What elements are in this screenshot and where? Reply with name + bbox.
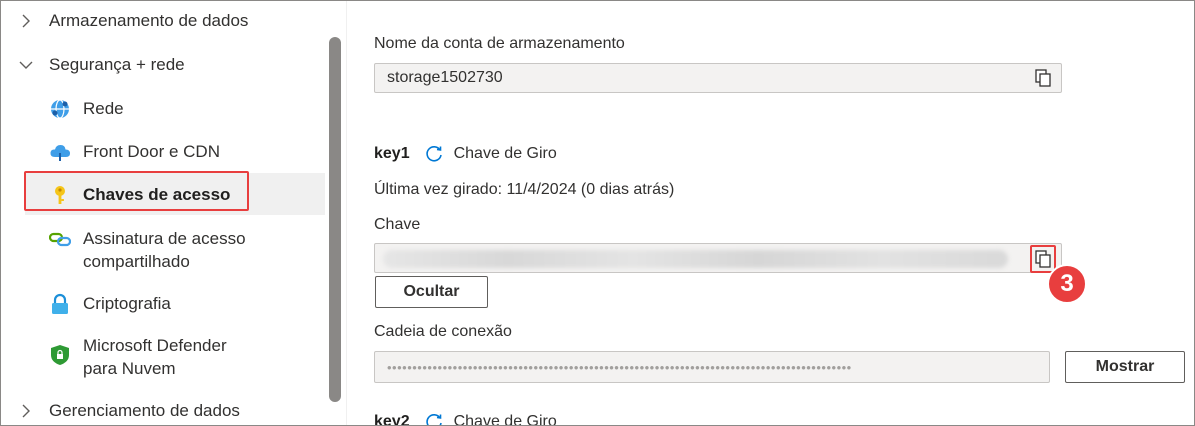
- hide-key-button[interactable]: Ocultar: [375, 276, 488, 308]
- key-label: Chave: [374, 216, 421, 233]
- sidebar-group-label: Armazenamento de dados: [49, 11, 249, 30]
- sidebar-group-gerenciamento[interactable]: Gerenciamento de dados: [19, 401, 240, 421]
- copy-account-button[interactable]: [1031, 66, 1055, 90]
- last-rotated-text: Última vez girado: 11/4/2024 (0 dias atr…: [374, 181, 675, 198]
- rotate-icon[interactable]: [424, 412, 444, 426]
- sidebar-group-seguranca-rede[interactable]: Segurança + rede: [19, 55, 185, 75]
- highlight-box: [24, 171, 249, 211]
- connection-string-masked: ••••••••••••••••••••••••••••••••••••••••…: [387, 360, 852, 375]
- cloud-cdn-icon: [50, 145, 70, 161]
- copy-icon: [1035, 69, 1051, 87]
- sidebar-item-assinatura-acesso[interactable]: Assinatura de acesso compartilhado: [25, 227, 325, 273]
- sidebar: Armazenamento de dados Segurança + rede …: [1, 1, 346, 425]
- key1-value-obscured: [383, 250, 1008, 268]
- sidebar-group-armazenamento[interactable]: Armazenamento de dados: [19, 11, 248, 31]
- rotate-icon[interactable]: [424, 144, 444, 164]
- sidebar-item-criptografia[interactable]: Criptografia: [25, 292, 325, 315]
- sidebar-item-label: Assinatura de acesso compartilhado: [83, 229, 246, 271]
- lock-icon: [52, 293, 68, 314]
- rotate-key2-button[interactable]: Chave de Giro: [454, 413, 557, 425]
- truncated-link[interactable]: [542, 0, 572, 1]
- link-chain-icon: [49, 232, 71, 247]
- sidebar-item-label: Criptografia: [83, 294, 171, 313]
- window: Armazenamento de dados Segurança + rede …: [0, 0, 1195, 426]
- shield-icon: [51, 345, 69, 365]
- key1-name: key1: [374, 145, 410, 162]
- sidebar-item-label: Microsoft Defender para Nuvem: [83, 336, 227, 378]
- sidebar-item-label: Front Door e CDN: [83, 142, 220, 161]
- account-name-label: Nome da conta de armazenamento: [374, 35, 625, 52]
- main-content: Nome da conta de armazenamento storage15…: [347, 0, 1194, 426]
- key1-header: key1 Chave de Giro: [374, 144, 557, 164]
- sidebar-scrollbar[interactable]: [329, 37, 341, 402]
- sidebar-item-rede[interactable]: Rede: [25, 97, 325, 120]
- sidebar-item-defender[interactable]: Microsoft Defender para Nuvem: [25, 334, 325, 380]
- key2-header: key2 Chave de Giro: [374, 412, 557, 426]
- sidebar-item-front-door-cdn[interactable]: Front Door e CDN: [25, 140, 325, 163]
- sidebar-group-label: Gerenciamento de dados: [49, 401, 240, 420]
- connection-string-field[interactable]: ••••••••••••••••••••••••••••••••••••••••…: [374, 351, 1050, 383]
- network-globe-icon: [51, 99, 69, 119]
- chevron-down-icon: [19, 61, 33, 69]
- connection-string-label: Cadeia de conexão: [374, 323, 512, 340]
- chevron-right-icon: [22, 404, 30, 418]
- sidebar-group-label: Segurança + rede: [49, 55, 185, 74]
- account-name-field[interactable]: storage1502730: [374, 63, 1062, 93]
- account-name-value: storage1502730: [387, 69, 503, 86]
- key1-value-field[interactable]: [374, 243, 1062, 273]
- show-connection-button[interactable]: Mostrar: [1065, 351, 1185, 383]
- rotate-key1-button[interactable]: Chave de Giro: [454, 145, 557, 163]
- sidebar-item-label: Rede: [83, 99, 124, 118]
- step-badge: 3: [1047, 264, 1087, 304]
- chevron-right-icon: [22, 14, 30, 28]
- key2-name: key2: [374, 413, 410, 426]
